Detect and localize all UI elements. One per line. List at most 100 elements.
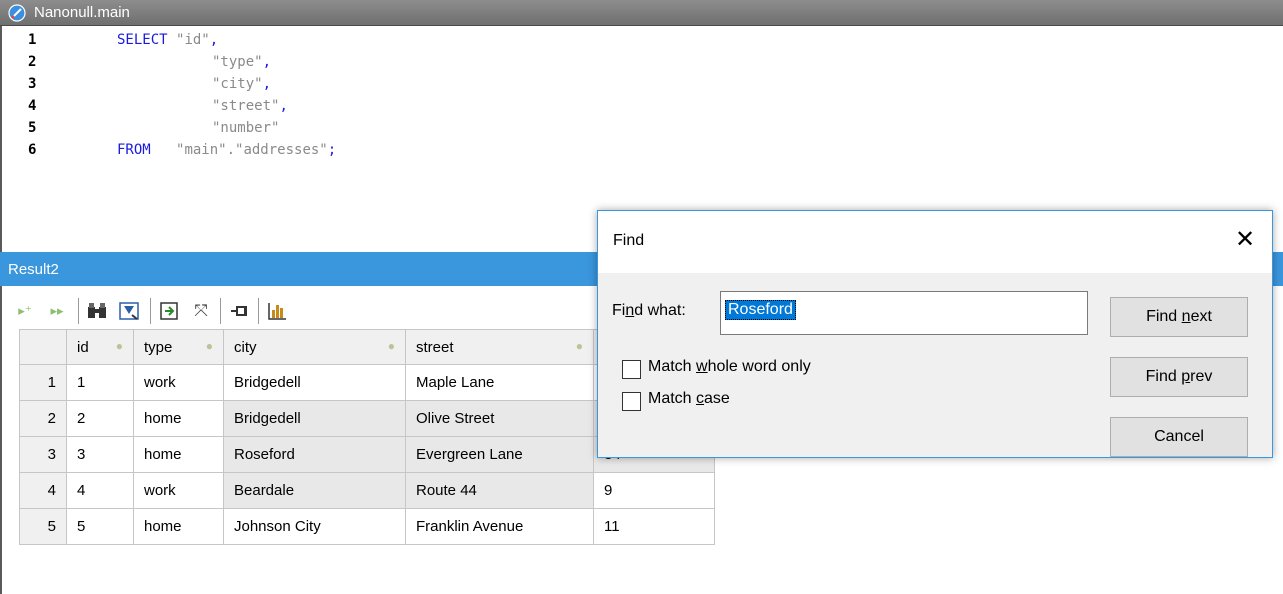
cell-city[interactable]: Roseford	[223, 436, 406, 473]
cell-street[interactable]: Maple Lane	[405, 364, 594, 401]
cell-type[interactable]: home	[133, 436, 224, 473]
cell-id[interactable]: 2	[66, 400, 134, 437]
sort-dot-icon: ●	[115, 338, 123, 353]
line-number: 3	[28, 76, 37, 92]
cell-street[interactable]: Evergreen Lane	[405, 436, 594, 473]
match-whole-word-label[interactable]: Match whole word only	[648, 358, 811, 376]
code-line[interactable]: 2 "type",	[2, 52, 600, 74]
match-case-label[interactable]: Match case	[648, 390, 730, 408]
find-next-button[interactable]: Find next	[1110, 297, 1248, 337]
cell-number[interactable]: 9	[593, 472, 715, 509]
toolbar-divider	[220, 298, 221, 324]
sql-identifier: "main"."addresses"	[176, 142, 328, 158]
accelerator-key: w	[696, 358, 708, 375]
sql-identifier: "street"	[212, 98, 280, 114]
row-number[interactable]: 2	[19, 400, 67, 437]
label-part: Fi	[612, 302, 626, 319]
code-line[interactable]: 5 "number"	[2, 118, 600, 140]
cell-street[interactable]: Route 44	[405, 472, 594, 509]
code-line[interactable]: 4 "street",	[2, 96, 600, 118]
row-number[interactable]: 4	[19, 472, 67, 509]
accelerator-key: n	[1181, 308, 1191, 325]
column-header-street[interactable]: street ●	[405, 329, 594, 365]
column-label: id	[77, 338, 89, 356]
cell-street[interactable]: Franklin Avenue	[405, 508, 594, 545]
sql-punctuation: ,	[209, 32, 219, 48]
sort-dot-icon: ●	[575, 338, 583, 353]
find-dialog: Find ✕ Find what: Roseford Match whole w…	[597, 210, 1273, 458]
row-number[interactable]: 5	[19, 508, 67, 545]
sort-dot-icon: ●	[205, 338, 213, 353]
code-line[interactable]: 6 FROM "main"."addresses";	[2, 140, 600, 162]
expand-icon[interactable]: ⤧	[188, 298, 214, 324]
grid-corner[interactable]	[19, 329, 67, 365]
code-line[interactable]: 3 "city",	[2, 74, 600, 96]
cell-type[interactable]: work	[133, 472, 224, 509]
label-part: rev	[1190, 368, 1213, 385]
line-number: 4	[28, 98, 37, 114]
editor-title-bar: Nanonull.main	[0, 0, 1283, 26]
cell-type[interactable]: work	[133, 364, 224, 401]
label-part: Find	[1146, 308, 1182, 325]
line-number: 6	[28, 142, 37, 158]
column-header-id[interactable]: id ●	[66, 329, 134, 365]
close-icon[interactable]: ✕	[1230, 225, 1260, 255]
pane-border	[0, 286, 2, 594]
editor-title: Nanonull.main	[34, 4, 130, 21]
toolbar-divider	[258, 298, 259, 324]
accelerator-key: p	[1181, 368, 1191, 385]
find-what-value: Roseford	[725, 300, 796, 320]
match-case-checkbox[interactable]	[622, 392, 641, 411]
add-row-icon[interactable]: ▸⁺	[12, 298, 38, 324]
code-line[interactable]: 1 SELECT "id",	[2, 30, 600, 52]
cell-number[interactable]: 11	[593, 508, 715, 545]
sql-identifier: "number"	[212, 120, 280, 136]
column-label: city	[234, 338, 257, 356]
column-label: street	[416, 338, 454, 356]
label-part: ext	[1190, 308, 1212, 325]
sql-punctuation: ,	[279, 98, 288, 114]
dialog-title-bar[interactable]: Find ✕	[598, 211, 1272, 273]
dialog-title: Find	[613, 232, 645, 249]
table-row[interactable]: 5 5 home Johnson City Franklin Avenue 11	[19, 508, 715, 545]
row-number[interactable]: 3	[19, 436, 67, 473]
label-part: ase	[704, 390, 730, 407]
cell-city[interactable]: Bridgedell	[223, 364, 406, 401]
cell-id[interactable]: 3	[66, 436, 134, 473]
find-prev-button[interactable]: Find prev	[1110, 357, 1248, 397]
row-number[interactable]: 1	[19, 364, 67, 401]
pin-icon[interactable]	[226, 298, 252, 324]
column-header-type[interactable]: type ●	[133, 329, 224, 365]
find-what-label: Find what:	[612, 302, 686, 320]
column-header-city[interactable]: city ●	[223, 329, 406, 365]
match-whole-word-checkbox[interactable]	[622, 360, 641, 379]
app-logo-icon	[8, 4, 26, 22]
cell-city[interactable]: Johnson City	[223, 508, 406, 545]
toolbar-divider	[78, 298, 79, 324]
fast-forward-icon[interactable]: ▸▸	[44, 298, 70, 324]
sql-punctuation: ,	[262, 54, 272, 70]
cell-id[interactable]: 5	[66, 508, 134, 545]
cell-street[interactable]: Olive Street	[405, 400, 594, 437]
cell-city[interactable]: Beardale	[223, 472, 406, 509]
result-title: Result2	[8, 261, 59, 278]
sort-dot-icon: ●	[387, 338, 395, 353]
find-what-input[interactable]: Roseford	[720, 291, 1088, 335]
cell-city[interactable]: Bridgedell	[223, 400, 406, 437]
cell-type[interactable]: home	[133, 508, 224, 545]
table-row[interactable]: 4 4 work Beardale Route 44 9	[19, 472, 715, 509]
chart-icon[interactable]	[264, 298, 290, 324]
cell-id[interactable]: 1	[66, 364, 134, 401]
cell-type[interactable]: home	[133, 400, 224, 437]
sql-editor[interactable]: 1 SELECT "id", 2 "type", 3 "city", 4 "st…	[0, 26, 600, 252]
binoculars-icon[interactable]	[84, 298, 110, 324]
line-number: 2	[28, 54, 37, 70]
cancel-button[interactable]: Cancel	[1110, 417, 1248, 457]
toolbar-divider	[150, 298, 151, 324]
export-icon[interactable]	[156, 298, 182, 324]
sql-identifier: "type"	[212, 54, 263, 70]
filter-clear-icon[interactable]	[116, 298, 142, 324]
cell-id[interactable]: 4	[66, 472, 134, 509]
label-part: Find	[1145, 368, 1182, 385]
sql-punctuation: ,	[262, 76, 272, 92]
